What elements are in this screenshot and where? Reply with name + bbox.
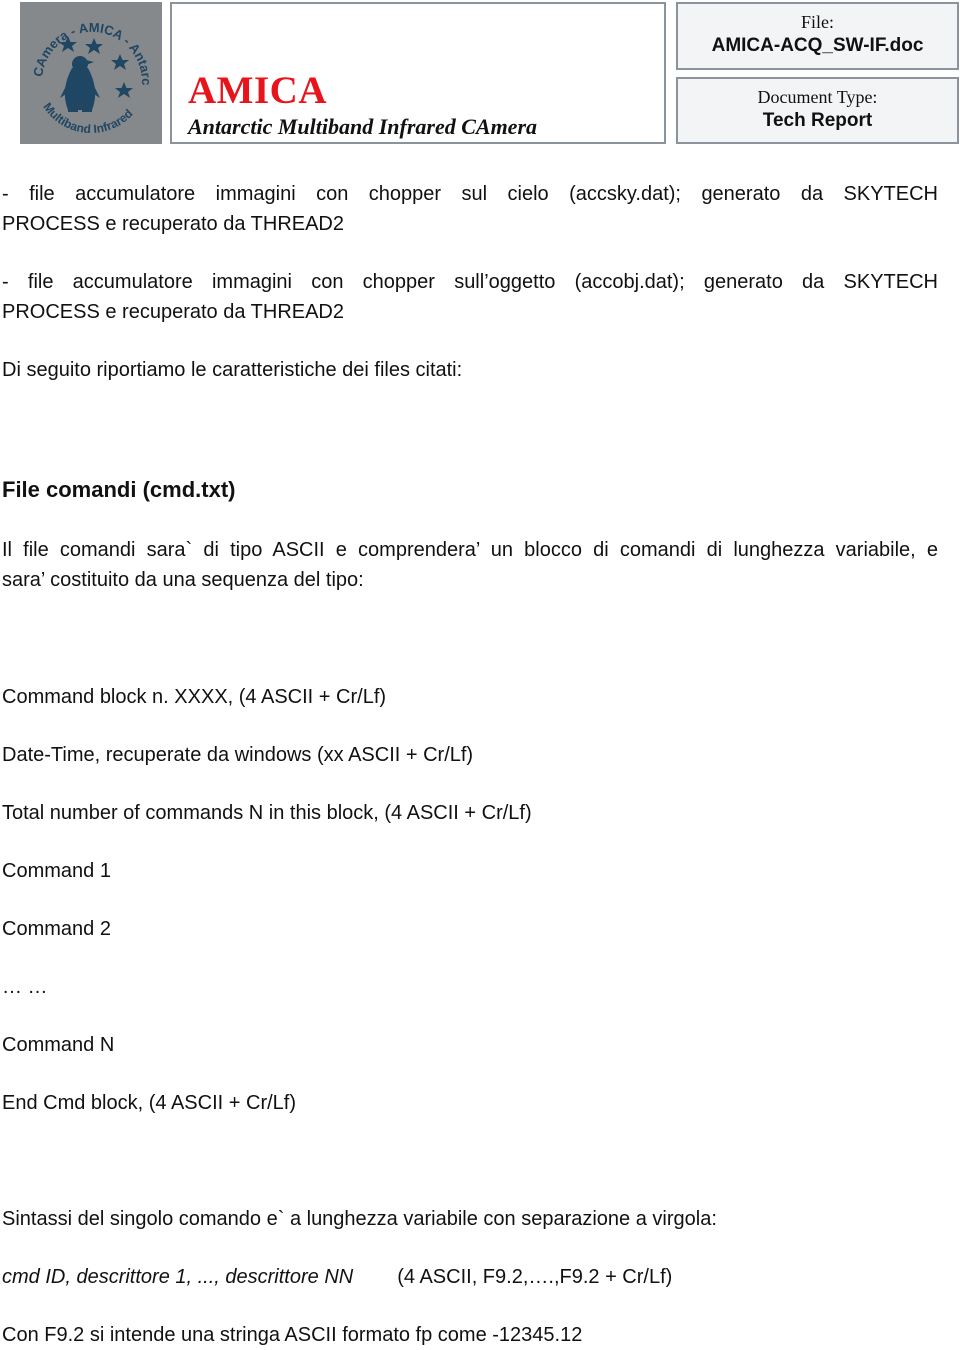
document-type-label: Document Type: [757,87,878,107]
amica-penguin-logo-icon: CAmera - AMICA - Antarctic Multiband Inf… [20,2,154,136]
document-subtitle: Antarctic Multiband Infrared CAmera [188,114,538,139]
syntax-types: (4 ASCII, F9.2,….,F9.2 + Cr/Lf) [397,1266,673,1288]
amica-logo: CAmera - AMICA - Antarctic Multiband Inf… [20,2,162,144]
sequence-item-end-block: End Cmd block, (4 ASCII + Cr/Lf) [2,1092,296,1114]
section-paragraph-line-2: sara’ costituito da una sequenza del tip… [2,569,364,591]
syntax-line: cmd ID, descrittore 1, ..., descrittore … [2,1262,672,1292]
sequence-item-command-block: Command block n. XXXX, (4 ASCII + Cr/Lf) [2,686,387,708]
sequence-item-ellipsis: … … [2,976,48,998]
file-label: File: [800,12,834,32]
document-type-box: Document Type: Tech Report [676,77,959,144]
bullet-accobj-line-1: - file accumulatore immagini con chopper… [2,271,938,293]
syntax-format: cmd ID, descrittore 1, ..., descrittore … [2,1266,354,1288]
section-heading: File comandi (cmd.txt) [2,477,236,502]
bullet-accsky-line-2: PROCESS e recuperato da THREAD2 [2,213,345,235]
sequence-item-total-commands: Total number of commands N in this block… [2,802,532,824]
intro-paragraph: Di seguito riportiamo le caratteristiche… [2,359,463,381]
sequence-item-date-time: Date-Time, recuperate da windows (xx ASC… [2,744,474,766]
sequence-item-command-2: Command 2 [2,918,111,940]
bullet-accsky-line-1: - file accumulatore immagini con chopper… [2,183,938,205]
document-type-value: Tech Report [762,110,873,131]
bullet-accobj-line-2: PROCESS e recuperato da THREAD2 [2,301,345,323]
file-info-box: File: AMICA-ACQ_SW-IF.doc [676,2,959,70]
file-name: AMICA-ACQ_SW-IF.doc [711,35,924,56]
syntax-intro: Sintassi del singolo comando e` a lunghe… [2,1208,717,1230]
sequence-item-command-n: Command N [2,1034,115,1056]
sequence-item-command-1: Command 1 [2,860,111,882]
document-title: AMICA [188,69,327,112]
document-title-box: AMICA Antarctic Multiband Infrared CAmer… [170,2,666,144]
section-paragraph-line-1: Il file comandi sara` di tipo ASCII e co… [2,539,938,561]
f92-note: Con F9.2 si intende una stringa ASCII fo… [2,1324,583,1346]
